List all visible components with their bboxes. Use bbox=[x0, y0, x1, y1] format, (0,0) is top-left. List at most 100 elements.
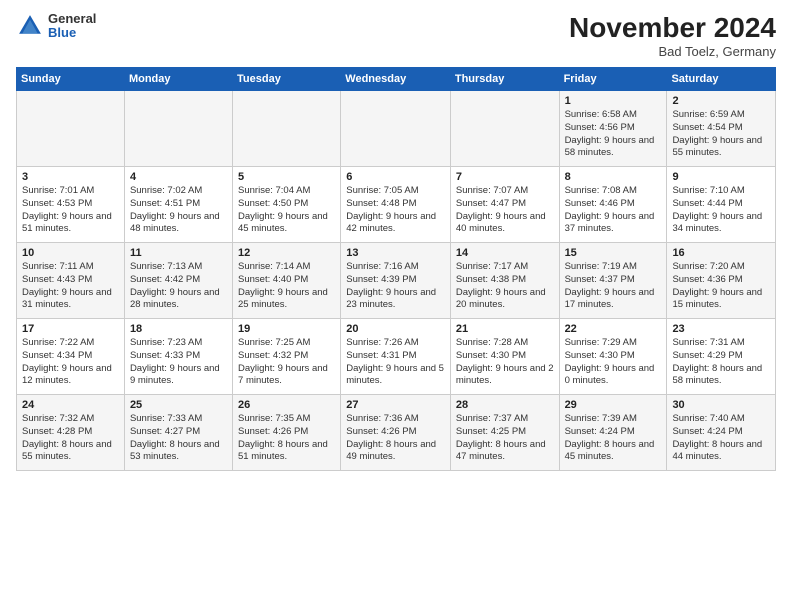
day-number: 16 bbox=[672, 247, 770, 259]
day-number: 6 bbox=[346, 171, 445, 183]
logo-blue: Blue bbox=[48, 26, 96, 40]
calendar-cell: 30Sunrise: 7:40 AMSunset: 4:24 PMDayligh… bbox=[667, 395, 776, 471]
page-header: General Blue November 2024 Bad Toelz, Ge… bbox=[16, 12, 776, 59]
calendar-cell: 25 Sunrise: 7:33 AMSunset: 4:27 PMDayligh… bbox=[124, 395, 232, 471]
calendar-cell: 6 Sunrise: 7:05 AMSunset: 4:48 PMDaylight… bbox=[341, 167, 451, 243]
calendar-week: 1 Sunrise: 6:58 AMSunset: 4:56 PMDaylight… bbox=[17, 91, 776, 167]
calendar-week: 24Sunrise: 7:32 AMSunset: 4:28 PMDayligh… bbox=[17, 395, 776, 471]
day-info: Sunrise: 6:58 AMSunset: 4:56 PMDaylight:… bbox=[565, 109, 662, 160]
calendar-cell: 2Sunrise: 6:59 AMSunset: 4:54 PMDaylight… bbox=[667, 91, 776, 167]
calendar-cell: 3 Sunrise: 7:01 AMSunset: 4:53 PMDaylight… bbox=[17, 167, 125, 243]
logo-general: General bbox=[48, 12, 96, 26]
day-header: Tuesday bbox=[233, 68, 341, 91]
day-header: Thursday bbox=[450, 68, 559, 91]
day-number: 8 bbox=[565, 171, 662, 183]
month-title: November 2024 bbox=[569, 12, 776, 44]
logo: General Blue bbox=[16, 12, 96, 41]
day-number: 5 bbox=[238, 171, 335, 183]
day-number: 9 bbox=[672, 171, 770, 183]
day-info: Sunrise: 7:01 AMSunset: 4:53 PMDaylight:… bbox=[22, 185, 119, 236]
day-info: Sunrise: 7:26 AMSunset: 4:31 PMDaylight:… bbox=[346, 337, 445, 388]
header-row: SundayMondayTuesdayWednesdayThursdayFrid… bbox=[17, 68, 776, 91]
day-header: Wednesday bbox=[341, 68, 451, 91]
day-number: 19 bbox=[238, 323, 335, 335]
day-number: 26 bbox=[238, 399, 335, 411]
calendar-cell bbox=[450, 91, 559, 167]
day-info: Sunrise: 7:20 AMSunset: 4:36 PMDaylight:… bbox=[672, 261, 770, 312]
day-info: Sunrise: 7:02 AMSunset: 4:51 PMDaylight:… bbox=[130, 185, 227, 236]
calendar-week: 17 Sunrise: 7:22 AMSunset: 4:34 PMDayligh… bbox=[17, 319, 776, 395]
calendar-cell bbox=[17, 91, 125, 167]
calendar-cell: 17 Sunrise: 7:22 AMSunset: 4:34 PMDayligh… bbox=[17, 319, 125, 395]
calendar-cell: 21 Sunrise: 7:28 AMSunset: 4:30 PMDayligh… bbox=[450, 319, 559, 395]
day-number: 23 bbox=[672, 323, 770, 335]
day-info: Sunrise: 7:35 AMSunset: 4:26 PMDaylight:… bbox=[238, 413, 335, 464]
calendar: SundayMondayTuesdayWednesdayThursdayFrid… bbox=[16, 67, 776, 471]
calendar-cell: 29Sunrise: 7:39 AMSunset: 4:24 PMDayligh… bbox=[559, 395, 667, 471]
day-number: 25 bbox=[130, 399, 227, 411]
day-header: Sunday bbox=[17, 68, 125, 91]
day-info: Sunrise: 7:23 AMSunset: 4:33 PMDaylight:… bbox=[130, 337, 227, 388]
calendar-cell: 22 Sunrise: 7:29 AMSunset: 4:30 PMDayligh… bbox=[559, 319, 667, 395]
day-info: Sunrise: 7:37 AMSunset: 4:25 PMDaylight:… bbox=[456, 413, 554, 464]
calendar-header: SundayMondayTuesdayWednesdayThursdayFrid… bbox=[17, 68, 776, 91]
day-info: Sunrise: 7:16 AMSunset: 4:39 PMDaylight:… bbox=[346, 261, 445, 312]
day-number: 3 bbox=[22, 171, 119, 183]
day-info: Sunrise: 7:08 AMSunset: 4:46 PMDaylight:… bbox=[565, 185, 662, 236]
calendar-cell: 8 Sunrise: 7:08 AMSunset: 4:46 PMDaylight… bbox=[559, 167, 667, 243]
day-info: Sunrise: 7:29 AMSunset: 4:30 PMDaylight:… bbox=[565, 337, 662, 388]
calendar-week: 3 Sunrise: 7:01 AMSunset: 4:53 PMDaylight… bbox=[17, 167, 776, 243]
calendar-cell: 13 Sunrise: 7:16 AMSunset: 4:39 PMDayligh… bbox=[341, 243, 451, 319]
calendar-cell: 15 Sunrise: 7:19 AMSunset: 4:37 PMDayligh… bbox=[559, 243, 667, 319]
day-info: Sunrise: 7:36 AMSunset: 4:26 PMDaylight:… bbox=[346, 413, 445, 464]
day-info: Sunrise: 7:14 AMSunset: 4:40 PMDaylight:… bbox=[238, 261, 335, 312]
day-info: Sunrise: 7:17 AMSunset: 4:38 PMDaylight:… bbox=[456, 261, 554, 312]
calendar-cell: 12 Sunrise: 7:14 AMSunset: 4:40 PMDayligh… bbox=[233, 243, 341, 319]
day-info: Sunrise: 7:05 AMSunset: 4:48 PMDaylight:… bbox=[346, 185, 445, 236]
calendar-cell: 4 Sunrise: 7:02 AMSunset: 4:51 PMDaylight… bbox=[124, 167, 232, 243]
calendar-cell: 18 Sunrise: 7:23 AMSunset: 4:33 PMDayligh… bbox=[124, 319, 232, 395]
day-header: Friday bbox=[559, 68, 667, 91]
day-number: 2 bbox=[672, 95, 770, 107]
day-number: 21 bbox=[456, 323, 554, 335]
day-number: 22 bbox=[565, 323, 662, 335]
day-info: Sunrise: 7:07 AMSunset: 4:47 PMDaylight:… bbox=[456, 185, 554, 236]
day-number: 24 bbox=[22, 399, 119, 411]
day-number: 10 bbox=[22, 247, 119, 259]
calendar-cell: 26 Sunrise: 7:35 AMSunset: 4:26 PMDayligh… bbox=[233, 395, 341, 471]
calendar-cell bbox=[233, 91, 341, 167]
day-header: Monday bbox=[124, 68, 232, 91]
calendar-cell: 24Sunrise: 7:32 AMSunset: 4:28 PMDayligh… bbox=[17, 395, 125, 471]
calendar-body: 1 Sunrise: 6:58 AMSunset: 4:56 PMDaylight… bbox=[17, 91, 776, 471]
day-info: Sunrise: 7:19 AMSunset: 4:37 PMDaylight:… bbox=[565, 261, 662, 312]
day-info: Sunrise: 7:25 AMSunset: 4:32 PMDaylight:… bbox=[238, 337, 335, 388]
day-number: 4 bbox=[130, 171, 227, 183]
calendar-cell bbox=[341, 91, 451, 167]
logo-icon bbox=[16, 12, 44, 40]
day-info: Sunrise: 7:33 AMSunset: 4:27 PMDaylight:… bbox=[130, 413, 227, 464]
day-number: 28 bbox=[456, 399, 554, 411]
day-info: Sunrise: 7:28 AMSunset: 4:30 PMDaylight:… bbox=[456, 337, 554, 388]
calendar-cell: 7 Sunrise: 7:07 AMSunset: 4:47 PMDaylight… bbox=[450, 167, 559, 243]
day-number: 18 bbox=[130, 323, 227, 335]
day-number: 15 bbox=[565, 247, 662, 259]
calendar-cell bbox=[124, 91, 232, 167]
calendar-cell: 11Sunrise: 7:13 AMSunset: 4:42 PMDayligh… bbox=[124, 243, 232, 319]
day-number: 27 bbox=[346, 399, 445, 411]
calendar-cell: 28 Sunrise: 7:37 AMSunset: 4:25 PMDayligh… bbox=[450, 395, 559, 471]
day-number: 14 bbox=[456, 247, 554, 259]
day-info: Sunrise: 7:39 AMSunset: 4:24 PMDaylight:… bbox=[565, 413, 662, 464]
day-number: 7 bbox=[456, 171, 554, 183]
day-number: 17 bbox=[22, 323, 119, 335]
day-number: 12 bbox=[238, 247, 335, 259]
day-number: 30 bbox=[672, 399, 770, 411]
day-number: 13 bbox=[346, 247, 445, 259]
calendar-cell: 23 Sunrise: 7:31 AMSunset: 4:29 PMDayligh… bbox=[667, 319, 776, 395]
day-info: Sunrise: 7:31 AMSunset: 4:29 PMDaylight:… bbox=[672, 337, 770, 388]
calendar-cell: 5Sunrise: 7:04 AMSunset: 4:50 PMDaylight… bbox=[233, 167, 341, 243]
calendar-cell: 27 Sunrise: 7:36 AMSunset: 4:26 PMDayligh… bbox=[341, 395, 451, 471]
day-number: 1 bbox=[565, 95, 662, 107]
day-info: Sunrise: 7:22 AMSunset: 4:34 PMDaylight:… bbox=[22, 337, 119, 388]
title-block: November 2024 Bad Toelz, Germany bbox=[569, 12, 776, 59]
calendar-cell: 14 Sunrise: 7:17 AMSunset: 4:38 PMDayligh… bbox=[450, 243, 559, 319]
